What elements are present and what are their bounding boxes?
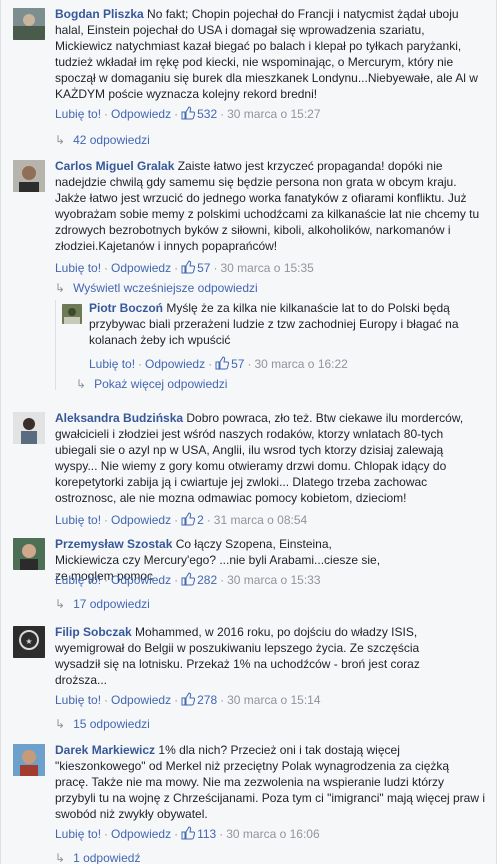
like-count[interactable]: 2 bbox=[197, 513, 204, 527]
comment-author[interactable]: Przemysław Szostak bbox=[55, 537, 172, 551]
avatar[interactable] bbox=[13, 8, 45, 40]
comment-author[interactable]: Aleksandra Budzińska bbox=[55, 411, 183, 425]
view-earlier-replies-link[interactable]: ↳ Wyświetl wcześniejsze odpowiedzi bbox=[55, 280, 258, 296]
reply-link[interactable]: Odpowiedz bbox=[111, 261, 171, 275]
comment-body: Filip Sobczak Mohammed, w 2016 roku, po … bbox=[55, 624, 455, 688]
avatar-photo-icon bbox=[13, 538, 45, 570]
reply-arrow-icon: ↳ bbox=[55, 281, 66, 295]
avatar[interactable] bbox=[13, 160, 45, 192]
like-count[interactable]: 57 bbox=[231, 357, 244, 371]
reply-link[interactable]: Odpowiedz bbox=[111, 513, 171, 527]
comment-author[interactable]: Darek Markiewicz bbox=[55, 743, 155, 757]
reply-link[interactable]: Odpowiedz bbox=[111, 693, 171, 707]
comment-body: Aleksandra Budzińska Dobro powraca, zło … bbox=[55, 410, 485, 506]
timestamp[interactable]: 30 marca o 15:33 bbox=[227, 573, 320, 587]
comment-body: Piotr Boczoń Myślę że za kilka nie kilka… bbox=[89, 300, 485, 348]
avatar-photo-icon bbox=[13, 8, 45, 40]
reply-arrow-icon: ↳ bbox=[55, 597, 66, 611]
thumbs-up-icon bbox=[181, 572, 196, 590]
timestamp[interactable]: 30 marca o 16:22 bbox=[254, 357, 347, 371]
avatar[interactable] bbox=[62, 304, 82, 324]
comment-actions: Lubię to! · Odpowiedz · 278 · 30 marca o 15:14 bbox=[55, 692, 321, 710]
thumbs-up-icon bbox=[181, 826, 196, 844]
thumbs-up-icon bbox=[181, 512, 196, 530]
like-link[interactable]: Lubię to! bbox=[89, 357, 135, 371]
replies-count-label: 42 odpowiedzi bbox=[73, 133, 150, 147]
view-replies-link[interactable]: ↳ 1 odpowiedź bbox=[55, 850, 140, 864]
thumbs-up-icon bbox=[181, 692, 196, 710]
comment-body: Bogdan Pliszka No fakt; Chopin pojechał … bbox=[55, 6, 485, 102]
avatar-photo-icon: ★ bbox=[13, 626, 45, 658]
comment-author[interactable]: Filip Sobczak bbox=[55, 625, 132, 639]
comment-author[interactable]: Carlos Miguel Gralak bbox=[55, 159, 174, 173]
comment-actions: Lubię to! · Odpowiedz · 282 · 30 marca o 15:33 bbox=[55, 572, 321, 590]
avatar[interactable] bbox=[13, 412, 45, 444]
reply-arrow-icon: ↳ bbox=[55, 717, 66, 731]
replies-count-label: 17 odpowiedzi bbox=[73, 597, 150, 611]
comment-author[interactable]: Piotr Boczoń bbox=[89, 301, 163, 315]
comment-actions: Lubię to! · Odpowiedz · 57 · 30 marca o 15:35 bbox=[55, 260, 314, 278]
thumbs-up-icon bbox=[181, 260, 196, 278]
comment-actions: Lubię to! · Odpowiedz · 2 · 31 marca o 08:54 bbox=[55, 512, 307, 530]
like-link[interactable]: Lubię to! bbox=[55, 513, 101, 527]
avatar-photo-icon bbox=[13, 160, 45, 192]
comment-actions: Lubię to! · Odpowiedz · 532 · 30 marca o 15:27 bbox=[55, 106, 321, 124]
comment-text: Dobro powraca, zło też. Btw ciekawe ilu … bbox=[55, 411, 464, 505]
like-link[interactable]: Lubię to! bbox=[55, 827, 101, 841]
timestamp[interactable]: 30 marca o 15:35 bbox=[220, 261, 313, 275]
view-replies-link[interactable]: ↳ 17 odpowiedzi bbox=[55, 596, 150, 612]
thumbs-up-icon bbox=[181, 106, 196, 124]
view-replies-link[interactable]: ↳ 15 odpowiedzi bbox=[55, 716, 150, 732]
like-link[interactable]: Lubię to! bbox=[55, 261, 101, 275]
avatar-photo-icon bbox=[13, 412, 45, 444]
reply-link[interactable]: Odpowiedz bbox=[111, 573, 171, 587]
timestamp[interactable]: 31 marca o 08:54 bbox=[214, 513, 307, 527]
comment-feed: Bogdan Pliszka No fakt; Chopin pojechał … bbox=[0, 0, 497, 864]
more-replies-label: Pokaż więcej odpowiedzi bbox=[94, 377, 228, 391]
avatar[interactable] bbox=[13, 744, 45, 776]
reply-link[interactable]: Odpowiedz bbox=[145, 357, 205, 371]
like-count[interactable]: 113 bbox=[197, 827, 216, 841]
avatar[interactable]: ★ bbox=[13, 626, 45, 658]
comment-text: No fakt; Chopin pojechał do Francji i na… bbox=[55, 7, 478, 101]
comment-body: Darek Markiewicz 1% dla nich? Przecież o… bbox=[55, 742, 485, 822]
like-link[interactable]: Lubię to! bbox=[55, 693, 101, 707]
like-count[interactable]: 532 bbox=[197, 107, 217, 121]
view-replies-link[interactable]: ↳ 42 odpowiedzi bbox=[55, 132, 150, 148]
like-count[interactable]: 282 bbox=[197, 573, 217, 587]
like-count[interactable]: 278 bbox=[197, 693, 217, 707]
reply-thread: Piotr Boczoń Myślę że za kilka nie kilka… bbox=[55, 300, 485, 392]
comment-actions: Lubię to! · Odpowiedz · 113 · 30 marca o 16:06 bbox=[55, 826, 320, 844]
like-link[interactable]: Lubię to! bbox=[55, 573, 101, 587]
replies-count-label: 1 odpowiedź bbox=[73, 851, 141, 864]
like-link[interactable]: Lubię to! bbox=[55, 107, 101, 121]
reply-arrow-icon: ↳ bbox=[55, 851, 66, 864]
svg-text:★: ★ bbox=[25, 637, 32, 646]
earlier-replies-label: Wyświetl wcześniejsze odpowiedzi bbox=[73, 281, 258, 295]
like-count[interactable]: 57 bbox=[197, 261, 210, 275]
avatar-photo-icon bbox=[13, 744, 45, 776]
avatar[interactable] bbox=[13, 538, 45, 570]
reply-arrow-icon: ↳ bbox=[76, 377, 87, 391]
timestamp[interactable]: 30 marca o 16:06 bbox=[226, 827, 319, 841]
comment-body: Carlos Miguel Gralak Zaiste łatwo jest k… bbox=[55, 158, 485, 254]
thumbs-up-icon bbox=[215, 356, 230, 374]
timestamp[interactable]: 30 marca o 15:14 bbox=[227, 693, 320, 707]
avatar-photo-icon bbox=[62, 304, 82, 324]
replies-count-label: 15 odpowiedzi bbox=[73, 717, 150, 731]
reply-arrow-icon: ↳ bbox=[55, 133, 66, 147]
comment-actions: Lubię to! · Odpowiedz · 57 · 30 marca o 16:22 bbox=[89, 356, 348, 374]
comment-author[interactable]: Bogdan Pliszka bbox=[55, 7, 144, 21]
timestamp[interactable]: 30 marca o 15:27 bbox=[227, 107, 320, 121]
show-more-replies-link[interactable]: ↳ Pokaż więcej odpowiedzi bbox=[76, 376, 227, 392]
reply-link[interactable]: Odpowiedz bbox=[111, 827, 171, 841]
reply-link[interactable]: Odpowiedz bbox=[111, 107, 171, 121]
comment-text: Zaiste łatwo jest krzyczeć propaganda! d… bbox=[55, 159, 480, 253]
